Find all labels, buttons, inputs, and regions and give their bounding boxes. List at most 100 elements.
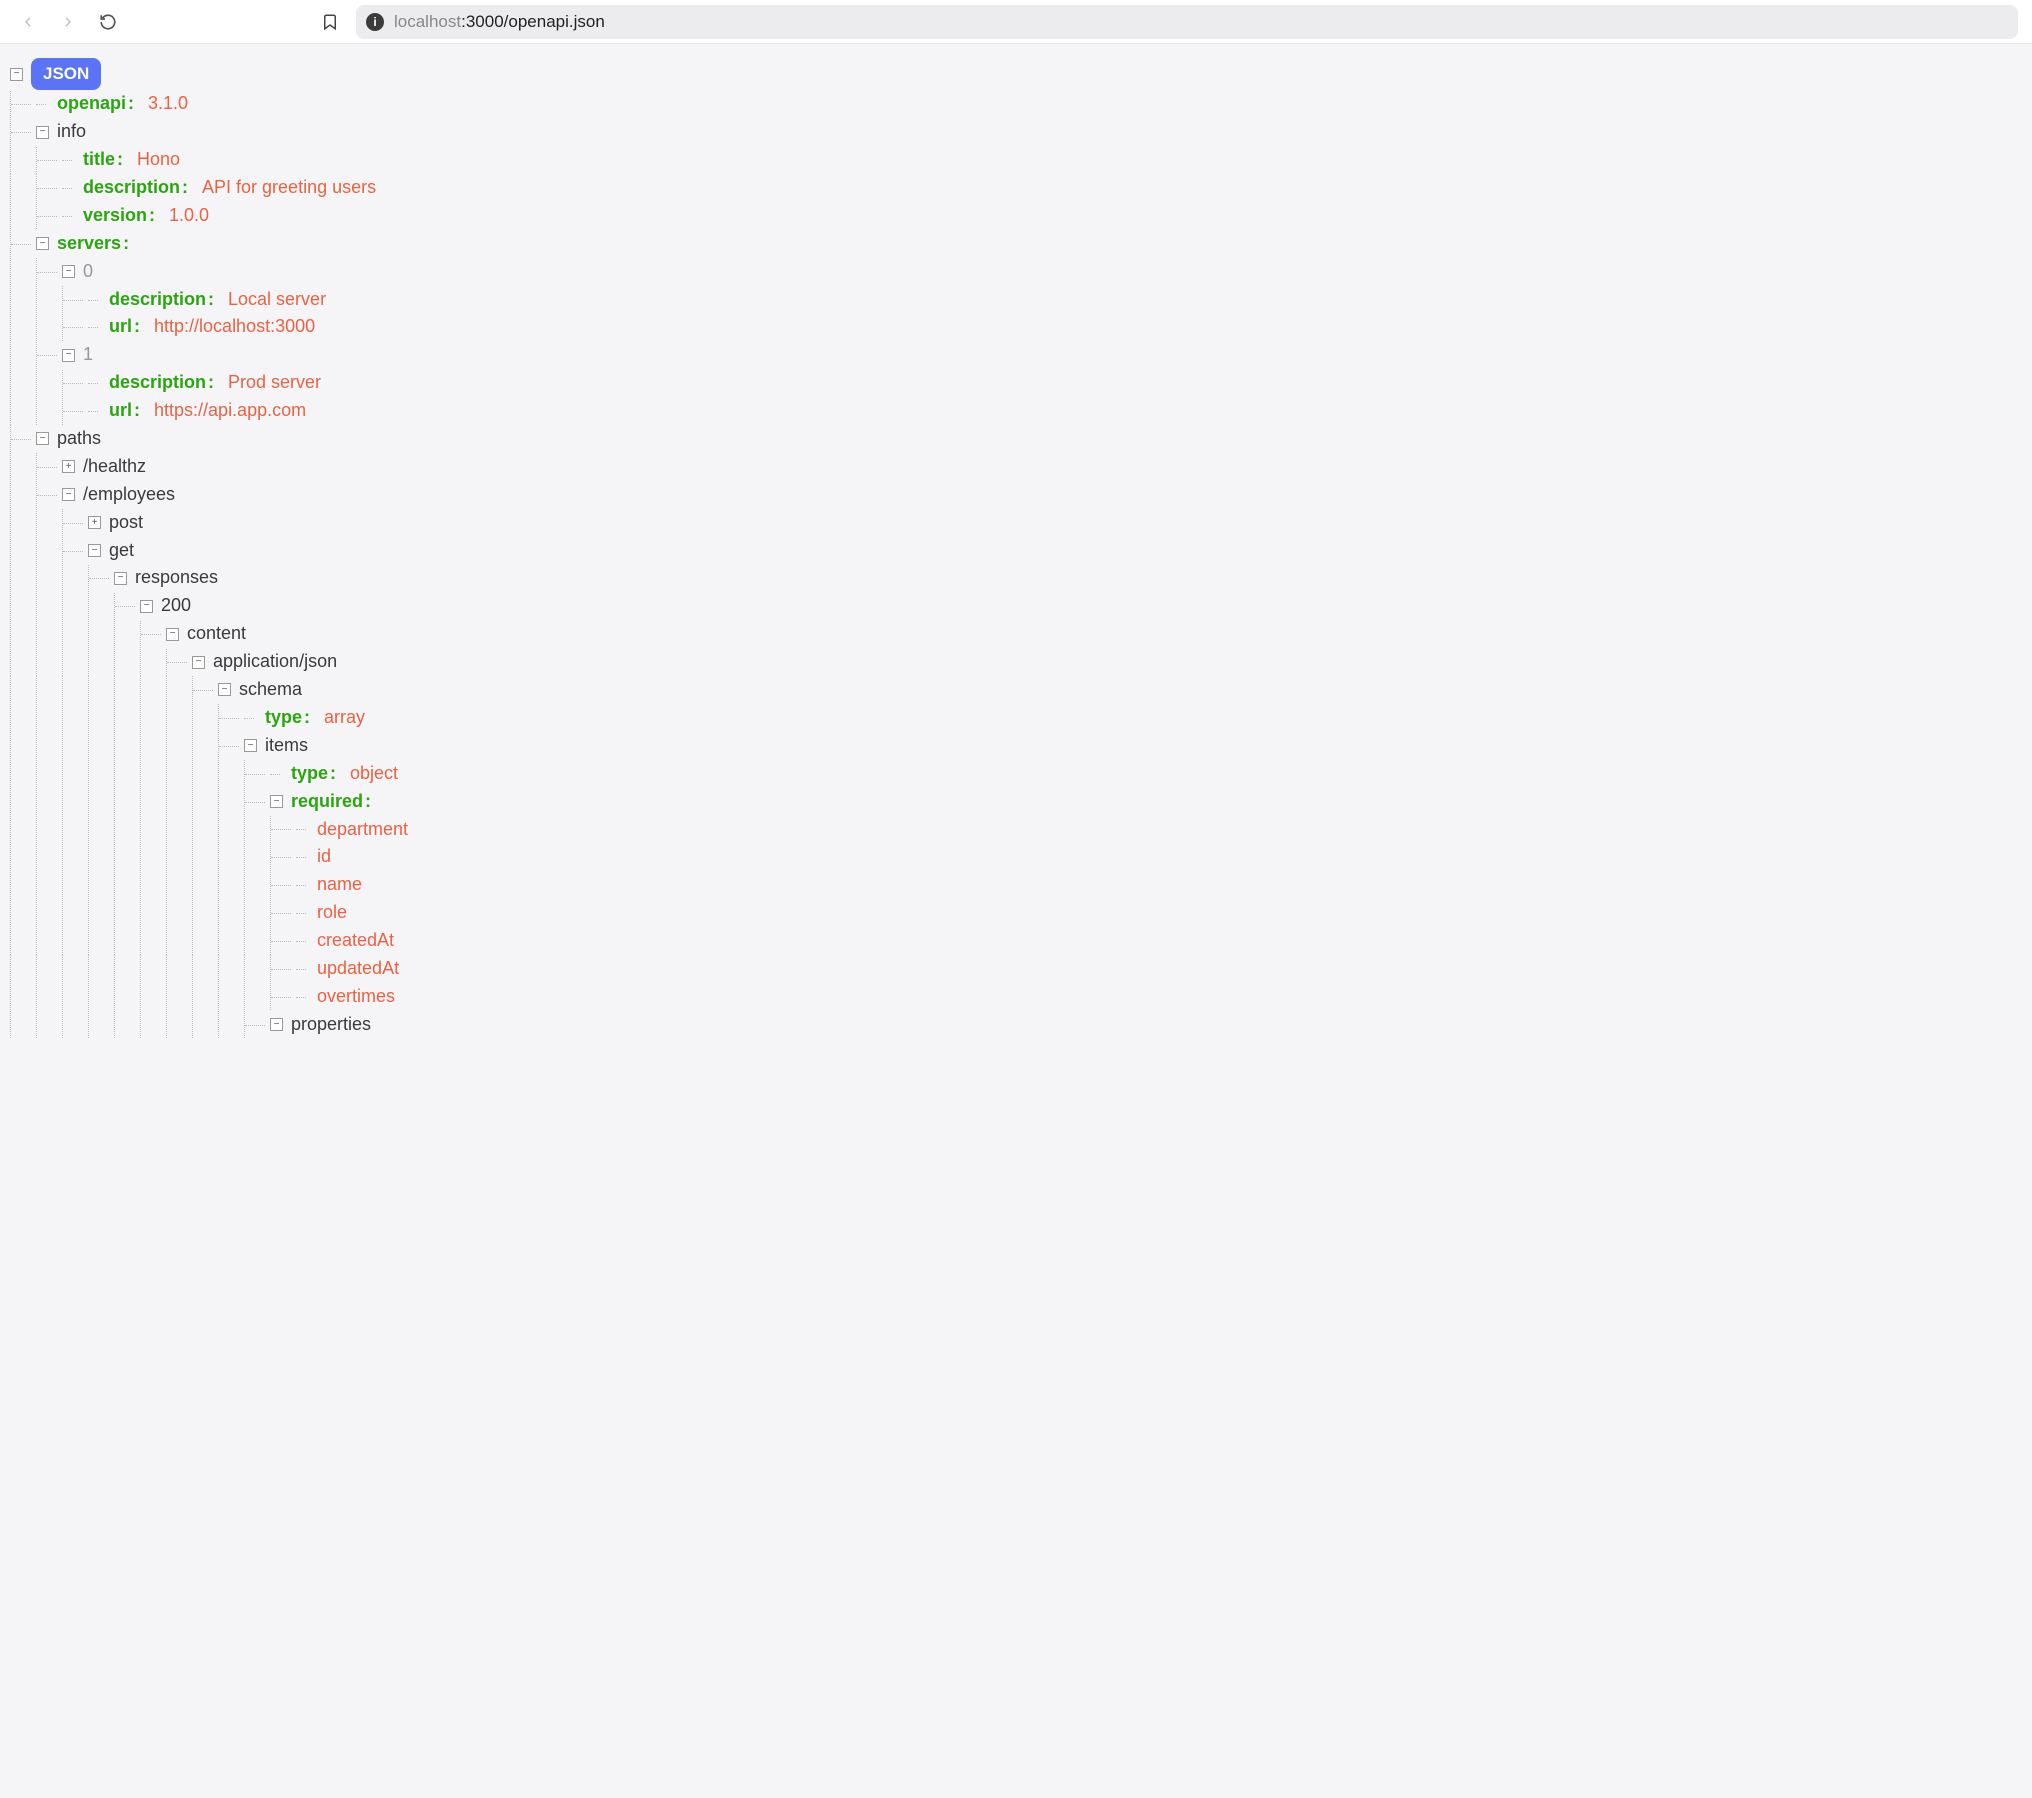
json-key: application/json [213, 648, 337, 676]
json-key: info [57, 118, 86, 146]
json-key: version [83, 202, 147, 230]
json-key: items [265, 732, 308, 760]
back-button[interactable] [14, 8, 42, 36]
tree-row[interactable]: department [10, 816, 2022, 844]
tree-row[interactable]: createdAt [10, 927, 2022, 955]
json-value: object [350, 760, 398, 788]
json-key: paths [57, 425, 101, 453]
url-host: localhost [394, 12, 461, 31]
tree-row[interactable]: id [10, 843, 2022, 871]
json-value: department [317, 816, 408, 844]
json-value: http://localhost:3000 [154, 313, 315, 341]
json-value: role [317, 899, 347, 927]
tree-row[interactable]: updatedAt [10, 955, 2022, 983]
tree-row[interactable]: type: object [10, 760, 2022, 788]
tree-row-root[interactable]: − JSON [10, 58, 2022, 90]
tree-row[interactable]: name [10, 871, 2022, 899]
url-port-path: :3000/openapi.json [461, 12, 605, 31]
tree-row[interactable]: title: Hono [10, 146, 2022, 174]
tree-row[interactable]: − required: [10, 788, 2022, 816]
json-key: post [109, 509, 143, 537]
tree-row[interactable]: description: Prod server [10, 369, 2022, 397]
tree-row[interactable]: openapi: 3.1.0 [10, 90, 2022, 118]
json-viewer: − JSON openapi: 3.1.0 − info title: Hono… [0, 44, 2032, 1079]
site-info-icon[interactable]: i [366, 13, 384, 31]
tree-row[interactable]: − servers: [10, 230, 2022, 258]
json-value: API for greeting users [202, 174, 376, 202]
collapse-toggle[interactable]: − [62, 349, 75, 362]
json-value: Prod server [228, 369, 321, 397]
collapse-toggle[interactable]: − [10, 68, 23, 81]
tree-row[interactable]: + /healthz [10, 453, 2022, 481]
tree-row[interactable]: − 0 [10, 258, 2022, 286]
collapse-toggle[interactable]: − [36, 237, 49, 250]
expand-toggle[interactable]: + [88, 516, 101, 529]
collapse-toggle[interactable]: − [192, 656, 205, 669]
json-key: get [109, 537, 134, 565]
tree-row[interactable]: description: API for greeting users [10, 174, 2022, 202]
collapse-toggle[interactable]: − [36, 126, 49, 139]
tree-row[interactable]: + post [10, 509, 2022, 537]
tree-row[interactable]: url: http://localhost:3000 [10, 313, 2022, 341]
reload-icon [99, 13, 117, 31]
tree-row[interactable]: − get [10, 537, 2022, 565]
tree-row[interactable]: − 200 [10, 592, 2022, 620]
json-key: responses [135, 564, 218, 592]
collapse-toggle[interactable]: − [62, 265, 75, 278]
json-root-badge: JSON [31, 58, 101, 90]
bookmark-button[interactable] [316, 8, 344, 36]
json-value: array [324, 704, 365, 732]
tree-row[interactable]: role [10, 899, 2022, 927]
json-key: description [109, 286, 206, 314]
tree-row[interactable]: − content [10, 620, 2022, 648]
reload-button[interactable] [94, 8, 122, 36]
tree-row[interactable]: − responses [10, 564, 2022, 592]
tree-row[interactable]: − /employees [10, 481, 2022, 509]
json-key: required [291, 788, 363, 816]
forward-button[interactable] [54, 8, 82, 36]
collapse-toggle[interactable]: − [166, 628, 179, 641]
collapse-toggle[interactable]: − [88, 544, 101, 557]
json-value: createdAt [317, 927, 394, 955]
collapse-toggle[interactable]: − [270, 1018, 283, 1031]
tree-row[interactable]: description: Local server [10, 286, 2022, 314]
tree-row[interactable]: − paths [10, 425, 2022, 453]
json-value: id [317, 843, 331, 871]
json-value: 3.1.0 [148, 90, 188, 118]
json-key: openapi [57, 90, 126, 118]
collapse-toggle[interactable]: − [140, 600, 153, 613]
tree-row[interactable]: version: 1.0.0 [10, 202, 2022, 230]
tree-row[interactable]: − items [10, 732, 2022, 760]
json-key: /employees [83, 481, 175, 509]
json-key: description [109, 369, 206, 397]
tree-row[interactable]: − properties [10, 1011, 2022, 1039]
json-key: url [109, 313, 132, 341]
json-array-index: 1 [83, 341, 93, 369]
tree-row[interactable]: type: array [10, 704, 2022, 732]
json-key: url [109, 397, 132, 425]
tree-row[interactable]: overtimes [10, 983, 2022, 1011]
url-text: localhost:3000/openapi.json [394, 12, 605, 32]
json-key: /healthz [83, 453, 146, 481]
collapse-toggle[interactable]: − [244, 739, 257, 752]
bookmark-icon [321, 13, 339, 31]
collapse-toggle[interactable]: − [62, 488, 75, 501]
url-bar[interactable]: i localhost:3000/openapi.json [356, 5, 2018, 39]
tree-row[interactable]: url: https://api.app.com [10, 397, 2022, 425]
tree-row[interactable]: − schema [10, 676, 2022, 704]
json-value: updatedAt [317, 955, 399, 983]
tree-row[interactable]: − info [10, 118, 2022, 146]
expand-toggle[interactable]: + [62, 460, 75, 473]
tree-row[interactable]: − 1 [10, 341, 2022, 369]
json-key: schema [239, 676, 302, 704]
collapse-toggle[interactable]: − [218, 683, 231, 696]
collapse-toggle[interactable]: − [114, 572, 127, 585]
tree-row[interactable]: − application/json [10, 648, 2022, 676]
json-key: type [265, 704, 302, 732]
json-key: servers [57, 230, 121, 258]
json-value: Local server [228, 286, 326, 314]
collapse-toggle[interactable]: − [270, 795, 283, 808]
json-value: 1.0.0 [169, 202, 209, 230]
collapse-toggle[interactable]: − [36, 432, 49, 445]
browser-toolbar: i localhost:3000/openapi.json [0, 0, 2032, 44]
